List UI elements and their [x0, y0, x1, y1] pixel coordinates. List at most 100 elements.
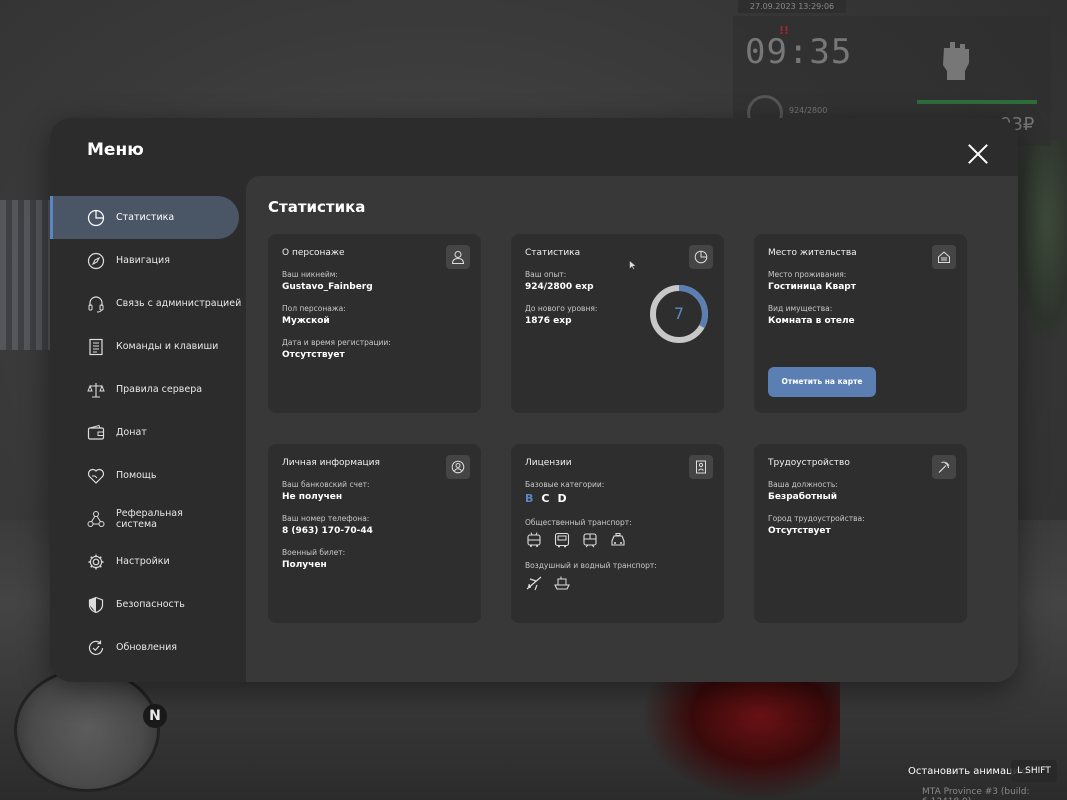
field-value: 924/2800 exp: [525, 282, 594, 292]
field-label: Ваш опыт:: [525, 270, 567, 279]
wallet-icon: [87, 424, 105, 440]
card-title: Трудоустройство: [768, 458, 850, 468]
sidebar-item-label: Правила сервера: [116, 384, 203, 395]
field-value: Безработный: [768, 492, 838, 502]
field-label: Воздушный и водный транспорт:: [525, 561, 657, 570]
hud-exp: 924/2800: [789, 106, 828, 115]
sidebar-item-rules[interactable]: Правила сервера: [50, 368, 246, 411]
field-city: Город трудоустройства: Отсутствует: [768, 514, 865, 536]
minimap-north-marker: N: [143, 704, 167, 728]
gear-icon: [88, 554, 104, 569]
field-label: Базовые категории:: [525, 480, 605, 489]
close-icon[interactable]: [967, 143, 989, 165]
card-character: О персонаже Ваш никнейм: Gustavo_Fainber…: [268, 234, 481, 413]
menu-window: Меню Статистика Навигация Связь с админи…: [50, 118, 1018, 682]
field-label: До нового уровня:: [525, 304, 598, 313]
pie-chart-icon: [694, 250, 708, 264]
headset-icon: [88, 295, 104, 312]
sidebar-item-security[interactable]: Безопасность: [50, 583, 246, 626]
sidebar-item-label: Безопасность: [116, 599, 185, 610]
card-statistics: Статистика Ваш опыт: 924/2800 exp До нов…: [511, 234, 724, 413]
card-employment: Трудоустройство Ваша должность: Безработ…: [754, 444, 967, 623]
card-icon-button: [446, 455, 470, 479]
field-value: Не получен: [282, 492, 343, 502]
field-value: Gustavo_Fainberg: [282, 282, 373, 292]
chart-icon: [87, 209, 105, 226]
sidebar-item-label: Обновления: [116, 642, 177, 653]
field-registration: Дата и время регистрации: Отсутствует: [282, 338, 391, 360]
field-public-transport: Общественный транспорт:: [525, 518, 632, 548]
scales-icon: [87, 382, 105, 398]
card-title: Статистика: [525, 248, 581, 258]
field-value: Получен: [282, 560, 327, 570]
sidebar-item-statistics[interactable]: Статистика: [50, 196, 239, 239]
field-value: Отсутствует: [768, 526, 831, 536]
field-job: Ваша должность: Безработный: [768, 480, 838, 502]
compass-icon: [87, 252, 105, 269]
network-icon: [87, 510, 105, 527]
build-info: MTA Province #3 (build: 6.12418.9): [922, 787, 1030, 800]
category-b: B: [525, 492, 534, 505]
field-label: Ваш банковский счет:: [282, 480, 370, 489]
card-title: О персонаже: [282, 248, 345, 258]
sidebar-item-navigation[interactable]: Навигация: [50, 239, 246, 282]
field-value: Мужской: [282, 316, 330, 326]
menu-title: Меню: [87, 140, 144, 160]
field-label: Ваш никнейм:: [282, 270, 338, 279]
card-personal-info: Личная информация Ваш банковский счет: Н…: [268, 444, 481, 623]
field-label: Дата и время регистрации:: [282, 338, 391, 347]
field-value: Отсутствует: [282, 350, 345, 360]
sidebar-item-label: Реферальная система: [116, 507, 183, 530]
field-label: Вид имущества:: [768, 304, 833, 313]
key-hint-lshift[interactable]: L SHIFT: [1011, 760, 1057, 782]
sidebar-item-settings[interactable]: Настройки: [50, 540, 246, 583]
mouse-cursor-icon: [629, 260, 637, 270]
sidebar-item-referral[interactable]: Реферальная система: [50, 497, 246, 540]
field-label: Военный билет:: [282, 548, 346, 557]
field-phone: Ваш номер телефона: 8 (963) 170-70-44: [282, 514, 373, 536]
sidebar-item-donate[interactable]: Донат: [50, 411, 246, 454]
field-base-categories: Базовые категории: B C D: [525, 480, 604, 505]
sidebar-item-label: Команды и клавиши: [116, 341, 219, 352]
content-panel: Статистика О персонаже Ваш никнейм: Gust…: [246, 176, 1018, 682]
trolleybus-icon: [527, 532, 541, 547]
card-residence: Место жительства Место проживания: Гости…: [754, 234, 967, 413]
field-label: Ваш номер телефона:: [282, 514, 370, 523]
house-icon: [938, 251, 950, 263]
field-nickname: Ваш никнейм: Gustavo_Fainberg: [282, 270, 373, 292]
refresh-icon: [88, 640, 104, 655]
category-c: C: [541, 492, 550, 505]
level-number: 7: [673, 304, 685, 323]
sidebar-item-label: Навигация: [116, 255, 170, 266]
ship-icon: [554, 576, 570, 590]
field-label: Место проживания:: [768, 270, 847, 279]
mark-on-map-button[interactable]: Отметить на карте: [768, 367, 876, 397]
field-label: Общественный транспорт:: [525, 518, 632, 527]
sidebar-item-commands[interactable]: Команды и клавиши: [50, 325, 246, 368]
license-categories: B C D: [525, 492, 604, 505]
sidebar-item-label: Статистика: [116, 212, 175, 223]
id-card-icon: [696, 460, 706, 474]
sidebar-item-label: Донат: [116, 427, 147, 438]
sidebar-item-admin-contact[interactable]: Связь с администрацией: [50, 282, 246, 325]
card-icon-button: [446, 245, 470, 269]
field-exp: Ваш опыт: 924/2800 exp: [525, 270, 594, 292]
public-transport-icons: [525, 532, 632, 548]
sidebar-item-help[interactable]: Помощь: [50, 454, 246, 497]
background-building: [0, 200, 50, 350]
taxi-icon: [611, 533, 625, 546]
background-tree: [1015, 140, 1067, 340]
sidebar: Статистика Навигация Связь с администрац…: [50, 196, 246, 669]
field-property: Вид имущества: Комната в отеле: [768, 304, 855, 326]
field-value: Комната в отеле: [768, 316, 855, 326]
page-title: Статистика: [268, 198, 366, 216]
sidebar-item-label: Помощь: [116, 470, 157, 481]
card-licenses: Лицензии Базовые категории: B C D Общест…: [511, 444, 724, 623]
bus-icon: [554, 532, 570, 548]
field-next-level: До нового уровня: 1876 exp: [525, 304, 597, 326]
category-d: D: [557, 492, 567, 505]
minimap: [14, 668, 160, 792]
field-place: Место проживания: Гостиница Кварт: [768, 270, 856, 292]
plane-icon: [526, 576, 542, 591]
sidebar-item-updates[interactable]: Обновления: [50, 626, 246, 669]
